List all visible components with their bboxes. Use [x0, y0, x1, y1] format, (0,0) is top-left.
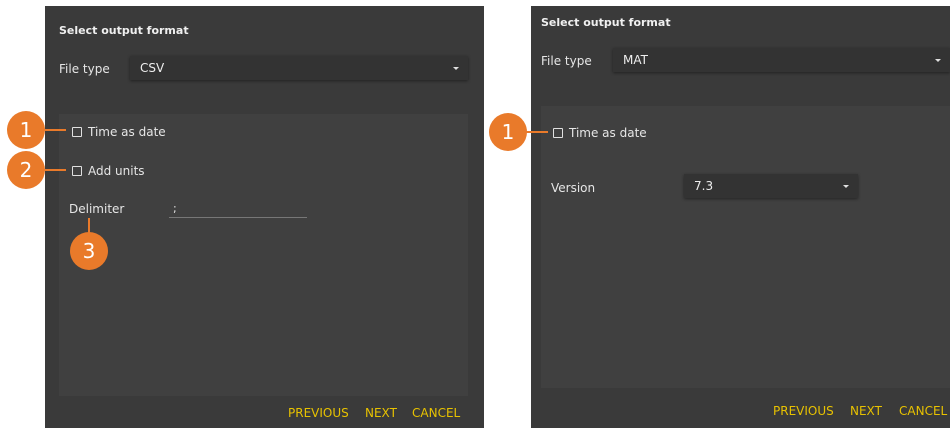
callout-badge-1: 1 — [489, 113, 527, 151]
callout-badge-1: 1 — [7, 111, 45, 149]
chevron-down-icon — [453, 67, 459, 70]
csv-format-panel: Select output format File type CSV Time … — [45, 6, 484, 428]
file-type-select[interactable]: MAT — [613, 48, 950, 72]
cancel-button[interactable]: CANCEL — [412, 406, 460, 420]
file-type-value: MAT — [623, 53, 648, 67]
checkbox-unchecked-icon[interactable] — [72, 127, 82, 137]
version-label: Version — [551, 181, 596, 195]
add-units-checkbox[interactable]: Add units — [72, 164, 145, 178]
file-type-select[interactable]: CSV — [130, 56, 468, 80]
delimiter-label: Delimiter — [69, 202, 125, 216]
checkbox-unchecked-icon[interactable] — [553, 128, 563, 138]
checkbox-unchecked-icon[interactable] — [72, 166, 82, 176]
delimiter-input[interactable] — [169, 200, 307, 218]
next-button[interactable]: NEXT — [850, 404, 882, 418]
version-value: 7.3 — [694, 179, 714, 193]
callout-badge-2: 2 — [7, 151, 45, 189]
panel-title: Select output format — [541, 16, 671, 29]
time-as-date-checkbox[interactable]: Time as date — [72, 125, 166, 139]
file-type-label: File type — [541, 54, 592, 68]
time-as-date-label: Time as date — [569, 126, 647, 140]
version-select[interactable]: 7.3 — [684, 174, 858, 198]
options-area: Time as date Add units Delimiter — [59, 114, 468, 396]
add-units-label: Add units — [88, 164, 145, 178]
mat-format-panel: Select output format File type MAT Time … — [531, 6, 950, 428]
chevron-down-icon — [935, 59, 941, 62]
next-button[interactable]: NEXT — [365, 406, 397, 420]
time-as-date-checkbox[interactable]: Time as date — [553, 126, 647, 140]
previous-button[interactable]: PREVIOUS — [288, 406, 349, 420]
chevron-down-icon — [843, 185, 849, 188]
file-type-label: File type — [59, 62, 110, 76]
callout-badge-3: 3 — [70, 232, 108, 270]
previous-button[interactable]: PREVIOUS — [773, 404, 834, 418]
file-type-value: CSV — [140, 61, 165, 75]
time-as-date-label: Time as date — [88, 125, 166, 139]
panel-title: Select output format — [59, 24, 189, 37]
options-area: Time as date Version 7.3 — [541, 106, 950, 388]
cancel-button[interactable]: CANCEL — [899, 404, 947, 418]
